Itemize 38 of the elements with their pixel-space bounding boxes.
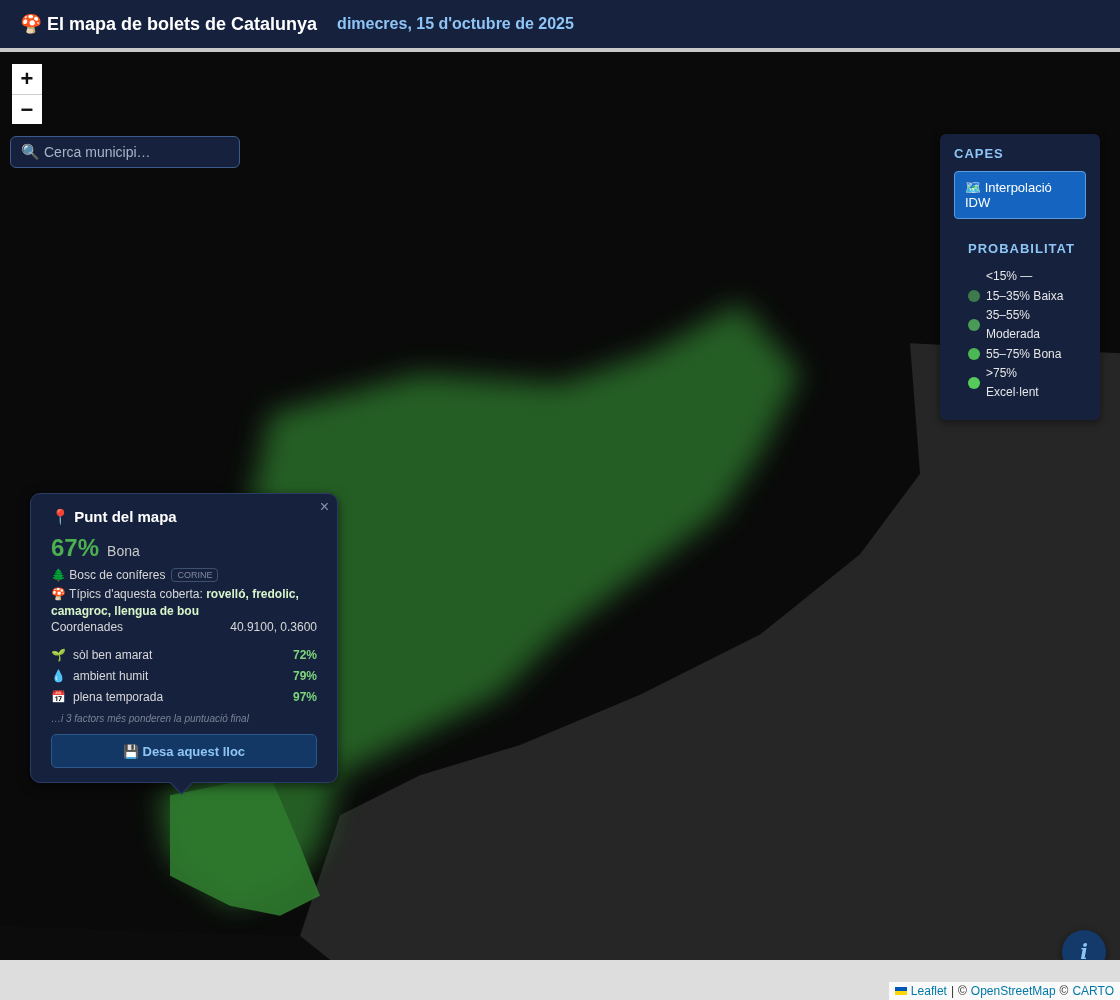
- panel-title: CAPES: [954, 146, 1005, 161]
- factor-value: 97%: [292, 689, 317, 704]
- date-label: dimecres, 15 d'octubre de 2025: [337, 15, 574, 33]
- factors-note: …i 3 factors més ponderen la puntuació final: [51, 713, 250, 724]
- attribution-text: ©: [1059, 984, 1069, 998]
- attribution-text: ©: [958, 984, 967, 998]
- legend-title: PROBABILITAT: [968, 241, 1076, 256]
- factor-label: sòl ben amarat: [73, 647, 154, 662]
- probability-value: 67%: [51, 534, 100, 562]
- factor-value: 72%: [292, 647, 317, 662]
- legend-label: >75% Excel·lent: [986, 365, 1040, 401]
- typical-species-text: 🍄 Típics d'aquesta coberta: rovelló, fredolic, camagroc, llengua de bou: [51, 586, 300, 620]
- popup-title: 📍 Punt del mapa: [51, 508, 178, 526]
- land-cover-label: 🌲 Bosc de coníferes: [51, 568, 166, 582]
- legend-label: 35–55% Moderada: [986, 307, 1042, 343]
- attribution-link[interactable]: CARTO: [1072, 984, 1114, 998]
- attribution-text: |: [950, 984, 954, 998]
- coordinates-label: Coordenades: [51, 620, 124, 634]
- factor-icon: 📅: [51, 689, 73, 704]
- factor-label: ambient humit: [73, 668, 150, 683]
- rating-label: Bona: [107, 543, 140, 559]
- factor-icon: 💧: [51, 668, 73, 683]
- search-icon: 🔍: [21, 143, 40, 161]
- close-button[interactable]: ×: [317, 498, 331, 516]
- factor-icon: 🌱: [51, 647, 73, 662]
- app-title: 🍄 El mapa de bolets de Catalunya: [20, 13, 318, 35]
- legend-label: <15% —: [986, 267, 1034, 285]
- legend-label: 55–75% Bona: [986, 345, 1063, 363]
- factor-label: plena temporada: [73, 689, 165, 704]
- factor-value: 79%: [292, 668, 317, 683]
- attribution-link[interactable]: Leaflet: [910, 984, 947, 998]
- source-tag: CORINE: [171, 568, 219, 582]
- attribution-link[interactable]: OpenStreetMap: [970, 984, 1056, 998]
- legend-label: 15–35% Baixa: [986, 287, 1065, 305]
- save-button[interactable]: 💾 Desa aquest lloc: [51, 734, 317, 768]
- layer-button[interactable]: 🗺 Interpolació IDW: [954, 171, 1086, 219]
- zoom-out-button[interactable]: −: [12, 94, 42, 124]
- coordinates-value: 40.9100, 0.3600: [230, 620, 317, 634]
